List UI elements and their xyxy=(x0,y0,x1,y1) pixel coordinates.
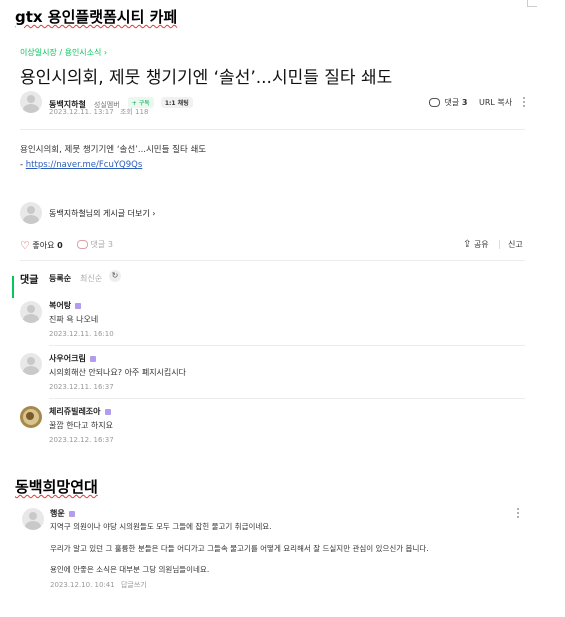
chat-button[interactable]: 1:1 채팅 xyxy=(160,97,193,108)
member-badge-icon xyxy=(89,355,96,362)
separator xyxy=(499,240,500,249)
post-link-row: - https://naver.me/FcuYQ9Qs xyxy=(20,160,143,170)
url-copy-button[interactable]: URL 복사 xyxy=(479,97,512,108)
section-accent-bar xyxy=(12,276,14,298)
share-button[interactable]: ⇪ 공유 xyxy=(463,239,489,250)
commenter-avatar[interactable] xyxy=(22,508,44,530)
comment-date: 2023.12.10. 10:41 xyxy=(50,581,115,589)
comment-action-button[interactable]: 댓글 3 xyxy=(77,239,113,250)
cafe-heading: gtx 용인플랫폼시티 카페 xyxy=(15,8,178,26)
member-badge-icon xyxy=(68,510,75,517)
sort-latest-tab[interactable]: 최신순 xyxy=(80,273,102,284)
comment-date: 2023.12.11. 16:10 xyxy=(49,330,114,338)
member-badge-icon xyxy=(75,302,82,309)
comments-title: 댓글 xyxy=(20,275,39,286)
commenter-avatar[interactable] xyxy=(20,406,42,428)
comment-date: 2023.12.11. 16:37 xyxy=(49,383,114,391)
comment-author[interactable]: 복어탕 xyxy=(49,300,82,311)
comment-text: 용인에 안좋은 소식은 대부분 그당 의원님들이네요. xyxy=(50,565,210,574)
divider xyxy=(20,129,525,130)
comment-date: 2023.12.12. 16:37 xyxy=(49,436,114,444)
chevron-right-icon: › xyxy=(101,48,108,57)
comment-meta: 2023.12.10. 10:41 답글쓰기 xyxy=(50,580,147,590)
refresh-icon[interactable]: ↻ xyxy=(109,270,121,282)
more-options-icon[interactable] xyxy=(517,508,520,520)
chevron-right-icon: › xyxy=(149,209,156,218)
commenter-avatar[interactable] xyxy=(20,301,42,323)
post-title: 용인시의회, 제뭇 챙기기엔 ‘솔선’...시민들 질타 쇄도 xyxy=(20,68,393,88)
like-button[interactable]: ♡ 좋아요 0 xyxy=(20,239,63,252)
reply-link[interactable]: 답글쓰기 xyxy=(121,581,147,589)
divider xyxy=(20,260,525,261)
group-heading: 동백희망연대 xyxy=(15,478,98,496)
corner-mark xyxy=(527,6,537,7)
post-meta: 2023.12.11. 13:17 조회 118 xyxy=(49,107,148,117)
more-posts-link[interactable]: 동백지하철님의 게시글 더보기 › xyxy=(49,208,156,219)
heart-icon: ♡ xyxy=(20,239,30,252)
author-avatar-small[interactable] xyxy=(20,202,42,224)
comment-bubble-icon xyxy=(429,98,440,107)
report-button[interactable]: 신고 xyxy=(508,239,523,250)
divider xyxy=(49,398,525,399)
comment-author[interactable]: 행운 xyxy=(50,508,75,519)
author-avatar[interactable] xyxy=(20,91,42,113)
share-icon: ⇪ xyxy=(463,239,472,250)
commenter-avatar[interactable] xyxy=(20,353,42,375)
comment-text: 우리가 알고 있던 그 훌륭한 분들은 다들 어디가고 그들속 물고기를 어떻게… xyxy=(50,544,429,553)
comment-author[interactable]: 체리쥬빌레조아 xyxy=(49,406,111,417)
breadcrumb[interactable]: 이상일시장 / 용인시소식 › xyxy=(20,47,107,58)
comment-author[interactable]: 사우어크림 xyxy=(49,353,96,364)
comment-text: 꿀깝 한다고 하지요 xyxy=(49,421,113,430)
comment-text: 진짜 욕 나오네 xyxy=(49,315,99,324)
post-views: 조회 118 xyxy=(119,108,149,116)
comment-text: 시의회해산 안되나요? 아주 폐지시킵시다 xyxy=(49,368,186,377)
post-body-line: 용인시의회, 제뭇 챙기기엔 ‘솔선’...시민들 질타 쇄도 xyxy=(20,145,207,155)
comment-text: 지역구 의원이나 야당 시의원들도 모두 그들에 잡힌 물고기 취급이네요. xyxy=(50,522,272,531)
comment-count-link[interactable]: 댓글 3 xyxy=(429,97,467,108)
sort-register-tab[interactable]: 등록순 xyxy=(49,273,71,284)
post-date: 2023.12.11. 13:17 xyxy=(49,108,114,116)
more-options-icon[interactable] xyxy=(523,97,526,109)
post-link[interactable]: https://naver.me/FcuYQ9Qs xyxy=(26,160,142,170)
member-badge-icon xyxy=(104,408,111,415)
comment-bubble-icon xyxy=(77,240,88,249)
divider xyxy=(49,345,525,346)
